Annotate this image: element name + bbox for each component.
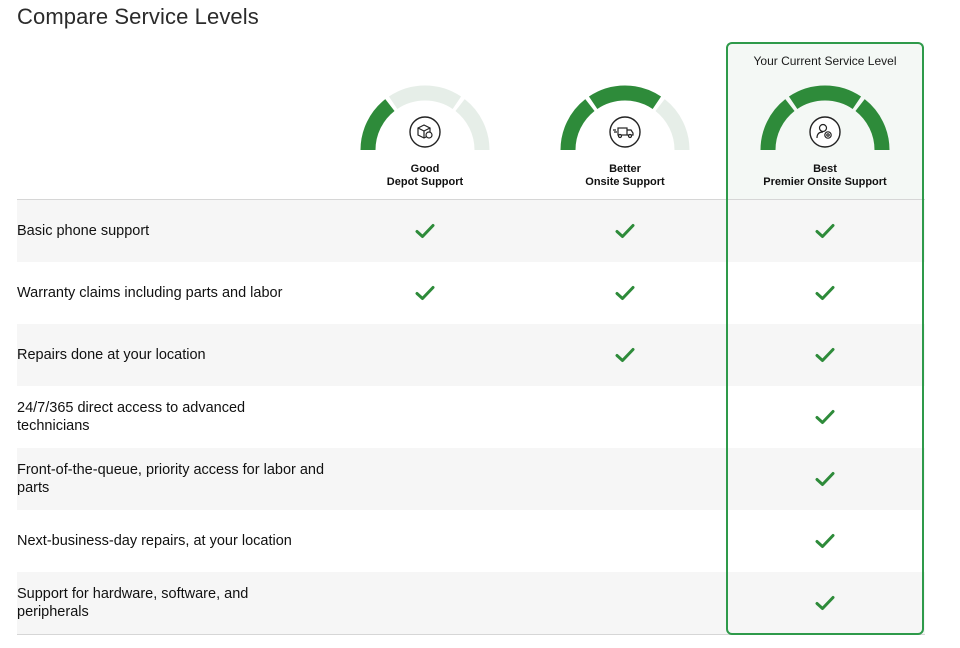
gauge-segment-active [560,99,595,151]
gauge-segment-active [360,99,395,151]
table-row: 24/7/365 direct access to advanced techn… [17,386,925,448]
gauge-segment-active [855,99,890,151]
table-row: Warranty claims including parts and labo… [17,262,925,324]
feature-label: Basic phone support [17,223,150,239]
feature-label: 24/7/365 direct access to advanced techn… [17,400,246,434]
feature-label: Warranty claims including parts and labo… [17,285,283,301]
check-cell-better [595,262,655,324]
checkmark-icon [615,348,635,362]
table-row: Repairs done at your location [17,324,925,386]
table-row: Next-business-day repairs, at your locat… [17,510,925,572]
gauge-segment-inactive [455,99,490,151]
feature-label: Support for hardware, software, and peri… [17,586,249,620]
checkmark-icon [615,224,635,238]
checkmark-icon [815,534,835,548]
table-row: Support for hardware, software, and peri… [17,572,925,635]
checkmark-icon [815,286,835,300]
checkmark-icon [615,286,635,300]
tier-name-label: Premier Onsite Support [763,176,887,188]
check-cell-best [795,448,855,510]
current-level-label: Your Current Service Level [753,54,897,68]
check-cell-good [395,262,455,324]
page-title: Compare Service Levels [17,4,259,29]
tier-name-label: Depot Support [386,176,464,188]
check-cell-best [795,510,855,572]
check-cell-best [795,572,855,634]
feature-label: Repairs done at your location [17,347,206,363]
check-cell-good [395,510,455,572]
checkmark-icon [815,472,835,486]
checkmark-icon [415,286,435,300]
gauge-better [560,85,690,151]
gauge-segment-inactive [655,99,690,151]
tier-level-label: Good [410,163,440,175]
check-cell-good [395,572,455,634]
feature-label: Next-business-day repairs, at your locat… [17,533,292,549]
check-cell-better [595,572,655,634]
gauge-segment-inactive [388,85,462,110]
check-cell-best [795,262,855,324]
tier-name-label: Onsite Support [585,176,665,188]
gauge-segment-active [760,99,795,151]
tier-good: Good Depot Support [325,84,525,189]
check-cell-better [595,200,655,262]
checkmark-icon [815,348,835,362]
table-row: Basic phone support [17,200,925,262]
check-cell-good [395,324,455,386]
check-cell-best [795,200,855,262]
check-cell-good [395,200,455,262]
checkmark-icon [815,410,835,424]
check-cell-better [595,324,655,386]
table-row: Front-of-the-queue, priority access for … [17,448,925,510]
tier-level-label: Better [609,163,641,175]
tier-level-label: Best [813,163,837,175]
check-cell-best [795,324,855,386]
checkmark-icon [415,224,435,238]
tier-best: Best Premier Onsite Support [725,84,925,189]
check-cell-good [395,386,455,448]
gauge-segment-active [788,85,862,110]
check-cell-better [595,386,655,448]
checkmark-icon [815,596,835,610]
comparison-table: Basic phone support Warranty claims incl… [17,200,925,635]
check-cell-best [795,386,855,448]
feature-label: Front-of-the-queue, priority access for … [17,462,325,496]
tier-better: Better Onsite Support [525,84,725,189]
check-cell-good [395,448,455,510]
gauge-best [760,85,890,151]
check-cell-better [595,510,655,572]
check-cell-better [595,448,655,510]
gauge-good [360,85,490,151]
checkmark-icon [815,224,835,238]
gauge-segment-active [588,85,662,110]
